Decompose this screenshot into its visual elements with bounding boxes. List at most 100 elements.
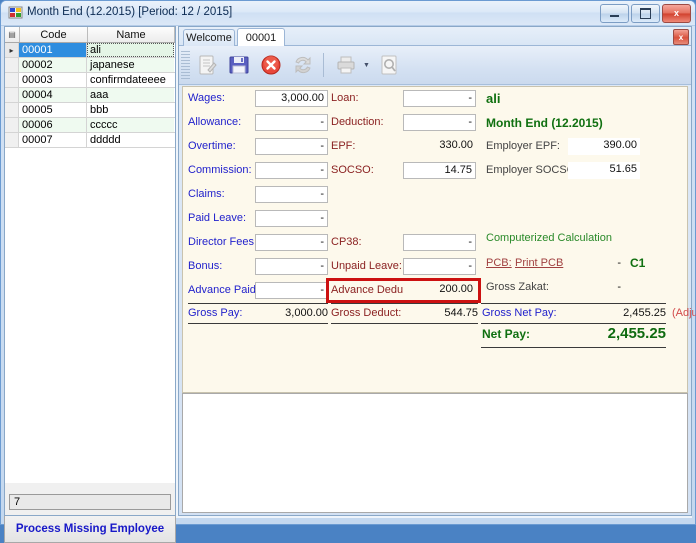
pcb-link[interactable]: PCB: [486,255,512,272]
window-controls: x [600,4,691,23]
table-row[interactable]: ▸00001ali [5,43,175,58]
period-title-display: Month End (12.2015) [486,115,603,132]
deduction-input-3[interactable]: 14.75 [403,162,476,179]
print-dropdown-arrow[interactable]: ▼ [361,50,372,80]
client-area: ▤ Code Name ▸00001ali00002japanese00003c… [4,26,692,518]
row-indicator [5,133,19,147]
earning-input-7[interactable]: - [255,258,328,275]
divider-earnings-bottom [188,323,328,324]
maximize-button[interactable] [631,4,660,23]
column-header-code[interactable]: Code [20,27,88,42]
cell-name: ccccc [87,118,174,132]
record-count-box: 7 [9,494,171,510]
print-icon[interactable] [331,50,361,80]
cell-code: 00003 [19,73,87,87]
gross-zakat-label: Gross Zakat: [486,279,549,296]
refresh-icon[interactable] [288,50,318,80]
grid-menu-icon: ▤ [8,31,16,39]
employer-epf-label: Employer EPF: [486,138,560,155]
earning-input-5[interactable]: - [255,210,328,227]
grid-select-all-cell[interactable]: ▤ [5,27,20,42]
employer-epf-value: 390.00 [568,138,640,155]
deduction-label-5: Unpaid Leave: [331,258,402,275]
delete-icon[interactable] [256,50,286,80]
application-icon [8,5,23,20]
tab-close-icon: x [679,33,683,42]
earning-label-4: Claims: [188,186,225,203]
tab-welcome[interactable]: Welcome [183,29,235,46]
deduction-input-0[interactable]: - [403,90,476,107]
deduction-label-4: CP38: [331,234,362,251]
payroll-form: Wages:3,000.00Allowance:-Overtime:-Commi… [182,86,688,393]
grid-header-row: ▤ Code Name [5,27,175,43]
earning-input-8[interactable]: - [255,282,328,299]
preview-icon[interactable] [374,50,404,80]
payroll-detail-panel: Welcome 00001 x [178,26,692,516]
employee-name-display: ali [486,90,500,107]
deduction-input-2: 330.00 [403,138,476,155]
gross-pay-value: 3,000.00 [243,305,328,322]
cell-name: bbb [87,103,174,117]
deduction-input-4[interactable]: - [403,234,476,251]
table-row[interactable]: 00006ccccc [5,118,175,133]
earning-label-3: Commission: [188,162,252,179]
tab-close-button[interactable]: x [673,29,689,45]
toolbar-separator [323,53,324,77]
minimize-button[interactable] [600,4,629,23]
earning-label-5: Paid Leave: [188,210,246,227]
tab-00001-label: 00001 [246,32,277,44]
title-bar: Month End (12.2015) [Period: 12 / 2015] … [1,1,695,26]
earning-input-1[interactable]: - [255,114,328,131]
gross-zakat-value: - [581,279,621,296]
table-row[interactable]: 00004aaa [5,88,175,103]
toolbar-grip[interactable] [181,51,190,79]
earning-input-3[interactable]: - [255,162,328,179]
tab-00001[interactable]: 00001 [237,28,285,46]
deduction-label-1: Deduction: [331,114,384,131]
cell-name: aaa [87,88,174,102]
net-pay-value: 2,455.25 [563,325,666,343]
earning-input-0[interactable]: 3,000.00 [255,90,328,107]
employer-socso-value: 51.65 [568,162,640,179]
divider-deductions-bottom [331,323,478,324]
process-missing-employee-button[interactable]: Process Missing Employee [4,516,176,543]
tab-welcome-label: Welcome [186,32,232,44]
cell-name: ddddd [87,133,174,147]
earning-label-8: Advance Paid: [188,282,259,299]
edit-icon[interactable] [192,50,222,80]
earning-label-6: Director Fees: [188,234,257,251]
detail-notes-area[interactable] [182,393,688,513]
maximize-icon [640,8,651,19]
earning-input-6[interactable]: - [255,234,328,251]
cell-name: japanese [87,58,174,72]
print-pcb-link[interactable]: Print PCB [515,255,563,272]
cell-code: 00001 [19,43,87,57]
earning-input-2[interactable]: - [255,138,328,155]
divider-earnings [188,303,328,304]
cell-code: 00002 [19,58,87,72]
window-title: Month End (12.2015) [Period: 12 / 2015] [27,6,232,18]
column-header-name[interactable]: Name [88,27,175,42]
row-indicator [5,103,19,117]
divider-net-mid [481,323,666,324]
cell-code: 00006 [19,118,87,132]
table-row[interactable]: 00002japanese [5,58,175,73]
row-indicator [5,118,19,132]
pcb-category: C1 [630,255,645,272]
earning-input-4[interactable]: - [255,186,328,203]
close-button[interactable]: x [662,4,691,23]
save-icon[interactable] [224,50,254,80]
cell-code: 00005 [19,103,87,117]
employee-grid-body[interactable]: ▸00001ali00002japanese00003confirmdateee… [5,43,175,483]
gross-pay-label: Gross Pay: [188,305,242,322]
application-window: Month End (12.2015) [Period: 12 / 2015] … [0,0,696,525]
cell-code: 00007 [19,133,87,147]
pcb-value: - [581,255,621,272]
employer-socso-label: Employer SOCSO: [486,162,578,179]
calculation-method-label: Computerized Calculation [486,230,612,247]
deduction-input-1[interactable]: - [403,114,476,131]
table-row[interactable]: 00007ddddd [5,133,175,148]
table-row[interactable]: 00005bbb [5,103,175,118]
table-row[interactable]: 00003confirmdateeee [5,73,175,88]
deduction-input-5[interactable]: - [403,258,476,275]
